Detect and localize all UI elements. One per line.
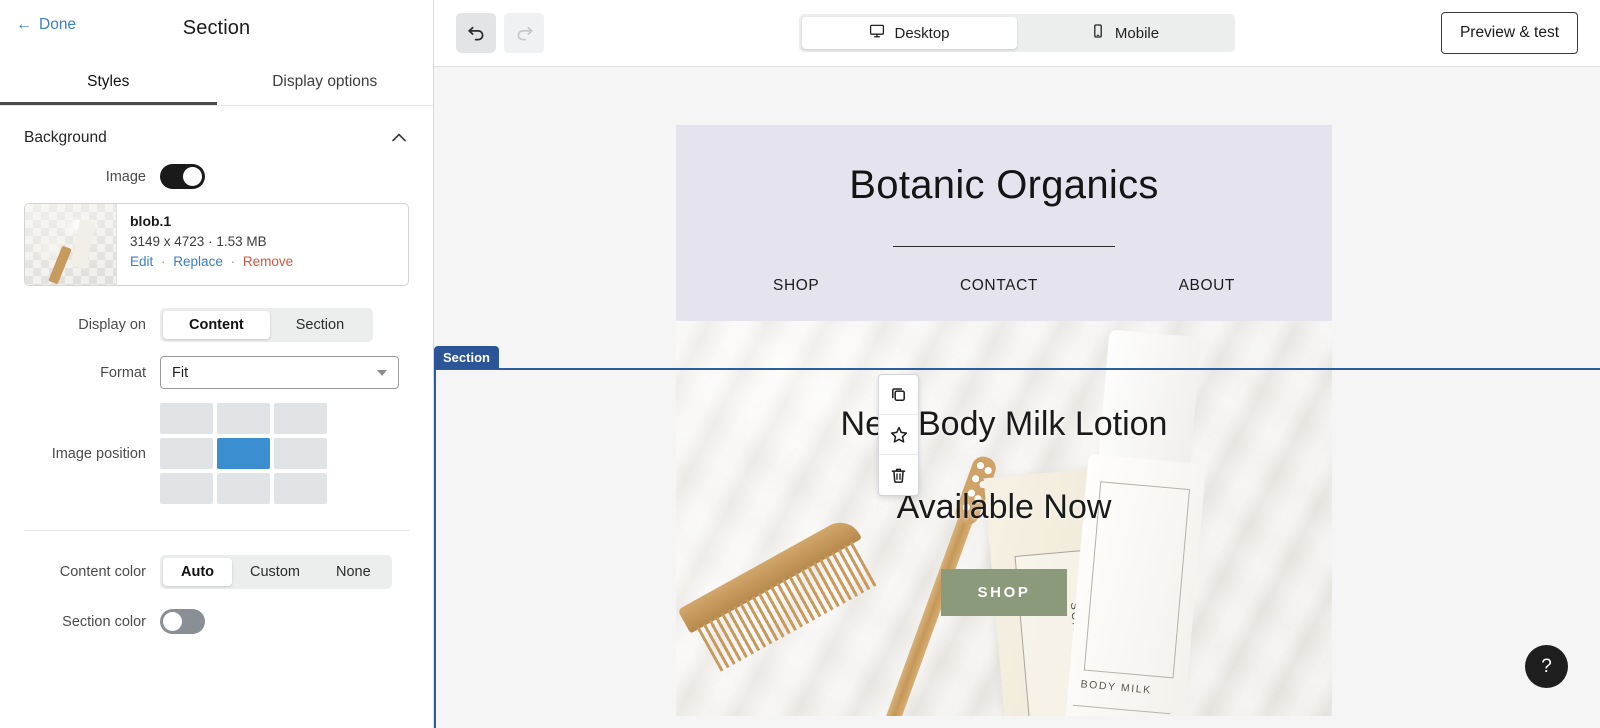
hero-subheadline: Available Now xyxy=(896,488,1112,526)
device-option-desktop[interactable]: Desktop xyxy=(802,17,1017,49)
back-arrow-icon: ← xyxy=(16,16,32,33)
display-on-segmented: Content Section xyxy=(160,308,374,342)
background-image-card: blob.1 3149 x 4723 · 1.53 MB Edit · Repl… xyxy=(24,203,409,286)
preview-and-test-button[interactable]: Preview & test xyxy=(1440,12,1578,54)
action-separator-2: · xyxy=(230,254,236,269)
content-color-row: Content color Auto Custom None xyxy=(0,555,433,589)
position-cell-middle-center[interactable] xyxy=(217,438,270,469)
edit-image-link[interactable]: Edit xyxy=(130,254,153,269)
image-file-meta: 3149 x 4723 · 1.53 MB xyxy=(130,234,267,249)
trash-icon[interactable] xyxy=(879,455,918,495)
section-floating-toolbar xyxy=(878,374,919,496)
tab-display-options-label: Display options xyxy=(272,72,378,90)
position-cell-bottom-center[interactable] xyxy=(217,473,270,504)
tab-styles-label: Styles xyxy=(87,72,130,90)
tab-styles[interactable]: Styles xyxy=(0,57,217,106)
redo-button xyxy=(504,13,544,53)
image-file-name: blob.1 xyxy=(130,213,172,229)
star-icon[interactable] xyxy=(879,415,918,455)
display-on-label: Display on xyxy=(78,317,146,333)
done-label: Done xyxy=(39,16,77,33)
section-color-row: Section color xyxy=(0,609,433,634)
image-card-info: blob.1 3149 x 4723 · 1.53 MB Edit · Repl… xyxy=(117,204,408,285)
hero-shop-button[interactable]: SHOP xyxy=(940,569,1068,616)
display-on-row: Display on Content Section xyxy=(0,308,433,342)
background-section-header[interactable]: Background xyxy=(0,106,433,164)
toggle-knob xyxy=(183,167,202,186)
chevron-up-icon[interactable] xyxy=(389,128,409,148)
email-canvas: Botanic Organics SHOP CONTACT ABOUT BODY… xyxy=(434,67,1600,728)
image-toggle-row: Image xyxy=(0,164,433,189)
position-cell-top-left[interactable] xyxy=(160,403,213,434)
tab-display-options[interactable]: Display options xyxy=(217,57,434,106)
device-option-desktop-label: Desktop xyxy=(894,24,950,42)
position-cell-top-right[interactable] xyxy=(274,403,327,434)
sidebar-body: Background Image blob.1 3149 x 4723 · 1.… xyxy=(0,106,433,634)
nav-link-about[interactable]: ABOUT xyxy=(1179,277,1235,295)
position-cell-bottom-left[interactable] xyxy=(160,473,213,504)
email-nav: SHOP CONTACT ABOUT xyxy=(676,247,1332,295)
email-header-section[interactable]: Botanic Organics SHOP CONTACT ABOUT xyxy=(676,125,1332,321)
format-row: Format Fit xyxy=(0,356,433,389)
image-card-actions: Edit · Replace · Remove xyxy=(130,254,408,269)
display-on-option-content[interactable]: Content xyxy=(163,311,270,339)
content-color-option-auto[interactable]: Auto xyxy=(163,558,233,586)
styles-sidebar: ← Done Section Styles Display options Ba… xyxy=(0,0,434,728)
hero-content-overlay: New Body Milk Lotion Available Now SHOP xyxy=(676,321,1332,716)
image-position-grid xyxy=(160,403,327,504)
position-cell-middle-left[interactable] xyxy=(160,438,213,469)
remove-image-link[interactable]: Remove xyxy=(243,254,293,269)
section-color-toggle-knob xyxy=(163,612,182,631)
device-toggle: Desktop Mobile xyxy=(799,14,1235,52)
nav-link-contact[interactable]: CONTACT xyxy=(960,277,1038,295)
mobile-icon xyxy=(1090,23,1106,43)
email-preview: Botanic Organics SHOP CONTACT ABOUT BODY… xyxy=(676,125,1332,716)
sidebar-divider xyxy=(24,530,409,531)
format-label: Format xyxy=(100,364,146,381)
nav-link-shop[interactable]: SHOP xyxy=(773,277,819,295)
undo-button[interactable] xyxy=(456,13,496,53)
section-color-toggle[interactable] xyxy=(160,609,205,634)
content-color-segmented: Auto Custom None xyxy=(160,555,392,589)
chevron-down-icon xyxy=(377,369,387,376)
action-separator-1: · xyxy=(161,254,166,269)
format-value: Fit xyxy=(172,364,189,381)
display-on-option-section[interactable]: Section xyxy=(270,311,370,339)
done-button[interactable]: ← Done xyxy=(16,16,76,34)
help-button[interactable]: ? xyxy=(1525,645,1568,688)
editor-toolbar: Desktop Mobile Preview & test xyxy=(434,0,1600,67)
format-select[interactable]: Fit xyxy=(160,356,399,389)
thumbnail-photo xyxy=(25,204,116,285)
desktop-icon xyxy=(869,23,885,43)
editor-main: Desktop Mobile Preview & test Botanic Or… xyxy=(434,0,1600,728)
duplicate-icon[interactable] xyxy=(879,375,918,415)
position-cell-middle-right[interactable] xyxy=(274,438,327,469)
image-thumbnail[interactable] xyxy=(25,204,117,285)
image-toggle[interactable] xyxy=(160,164,205,189)
position-cell-top-center[interactable] xyxy=(217,403,270,434)
replace-image-link[interactable]: Replace xyxy=(173,254,223,269)
content-color-option-custom[interactable]: Custom xyxy=(232,558,318,586)
device-option-mobile[interactable]: Mobile xyxy=(1017,17,1232,49)
app-root: ← Done Section Styles Display options Ba… xyxy=(0,0,1600,728)
position-cell-bottom-right[interactable] xyxy=(274,473,327,504)
history-buttons xyxy=(456,13,544,53)
content-color-label: Content color xyxy=(59,564,146,580)
section-selection-tab: Section xyxy=(434,346,499,369)
image-position-row: Image position xyxy=(0,403,433,504)
content-color-option-none[interactable]: None xyxy=(318,558,389,586)
sidebar-tabs: Styles Display options xyxy=(0,57,433,106)
brand-name: Botanic Organics xyxy=(849,163,1159,207)
image-toggle-label: Image xyxy=(105,168,146,185)
sidebar-header: ← Done Section xyxy=(0,0,433,57)
device-option-mobile-label: Mobile xyxy=(1114,24,1160,42)
hero-section[interactable]: SOAP BODY MILK New Body Milk Lotion Avai… xyxy=(676,321,1332,716)
section-color-label: Section color xyxy=(62,613,146,630)
background-heading: Background xyxy=(24,129,107,146)
image-position-label: Image position xyxy=(51,445,146,462)
